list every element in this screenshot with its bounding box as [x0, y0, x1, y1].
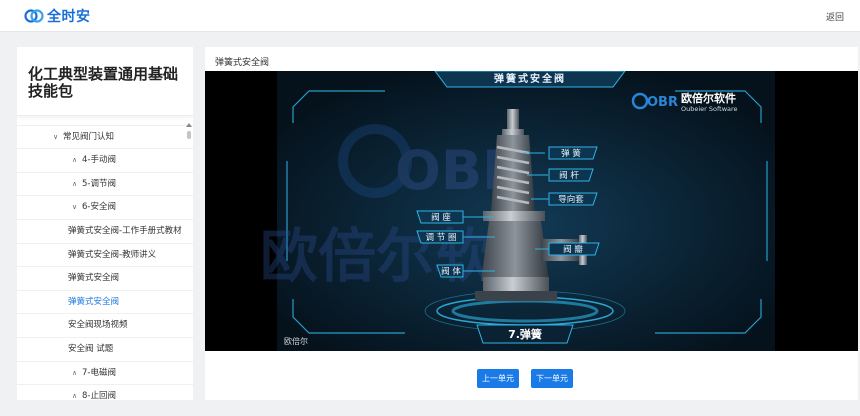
lesson-title: 弹簧式安全阀: [215, 58, 270, 68]
part-label-adjusting-ring: 调 节 圈: [426, 233, 457, 243]
part-label-guide-sleeve: 导向套: [558, 194, 584, 205]
part-label-body: 阀 体: [441, 266, 461, 277]
chevron-up-icon[interactable]: ∧: [72, 362, 82, 386]
tree-node-label: 安全阀现场视频: [68, 320, 128, 331]
course-tree: 2-主要阀门∨常见阀门认知∧4-手动阀∧5-调节阀∨6-安全阀弹簧式安全阀-工作…: [17, 117, 193, 400]
chevron-down-icon[interactable]: ∨: [53, 126, 63, 150]
video-corner-text: 欧倍尔: [284, 336, 308, 346]
course-tree-list: 2-主要阀门∨常见阀门认知∧4-手动阀∧5-调节阀∨6-安全阀弹簧式安全阀-工作…: [17, 117, 193, 400]
tree-node-label: 安全阀 试题: [68, 343, 114, 354]
tree-node-label: 7-电磁阀: [82, 367, 116, 378]
scroll-up-arrow-icon[interactable]: [186, 123, 192, 127]
tree-node-label: 4-手动阀: [82, 155, 116, 166]
tree-node[interactable]: ∧ 8-止回阀: [17, 385, 193, 400]
tree-node[interactable]: ∨ 常见阀门认知: [17, 126, 193, 150]
tree-node[interactable]: 弹簧式安全阀-工作手册式教材: [17, 220, 193, 244]
tree-node-label: 5-调节阀: [82, 178, 116, 189]
tree-node-label: 8-止回阀: [82, 391, 116, 400]
course-title: 化工典型装置通用基础技能包: [28, 65, 179, 100]
video-frame: 弹簧式安全阀 OBR 欧倍尔软件 Oubeier Software OBR 欧倍…: [260, 71, 775, 351]
video-brand-cn: 欧倍尔软件: [681, 91, 736, 105]
tree-node-label: 2-主要阀门: [72, 117, 114, 118]
tree-node[interactable]: 弹簧式安全阀: [17, 267, 193, 291]
course-sidebar: 化工典型装置通用基础技能包 2-主要阀门∨常见阀门认知∧4-手动阀∧5-调节阀∨…: [17, 47, 193, 400]
brand-logo-icon: [24, 9, 44, 23]
course-header: 化工典型装置通用基础技能包: [17, 47, 193, 116]
tree-node-label: 弹簧式安全阀-工作手册式教材: [68, 225, 182, 236]
chevron-up-icon[interactable]: ∧: [72, 173, 82, 197]
video-brand-en: Oubeier Software: [681, 105, 738, 113]
chevron-up-icon[interactable]: ∧: [72, 385, 82, 400]
tree-node-label: 弹簧式安全阀: [68, 296, 120, 307]
next-unit-button[interactable]: 下一单元: [531, 369, 573, 388]
lesson-content: 弹簧式安全阀 弹簧式安全阀 OBR 欧倍尔软件 Oubeier Software…: [205, 47, 858, 400]
tree-node[interactable]: ∧ 5-调节阀: [17, 173, 193, 197]
video-banner-title: 弹簧式安全阀: [494, 72, 566, 85]
chevron-up-icon[interactable]: ∧: [72, 149, 82, 173]
scroll-thumb[interactable]: [187, 131, 191, 139]
brand-logo[interactable]: 全时安: [24, 6, 91, 26]
back-link[interactable]: 返回: [826, 10, 844, 23]
part-label-stem: 阀 杆: [559, 170, 579, 181]
tree-node-label: 弹簧式安全阀: [68, 273, 120, 284]
tree-node[interactable]: ∧ 4-手动阀: [17, 149, 193, 173]
tree-node[interactable]: 安全阀 试题: [17, 338, 193, 362]
brand-name: 全时安: [47, 9, 91, 25]
part-label-disc: 阀 瓣: [563, 244, 583, 255]
chevron-down-icon[interactable]: ∨: [72, 196, 82, 220]
prev-unit-button[interactable]: 上一单元: [477, 369, 519, 388]
tree-node[interactable]: 弹簧式安全阀: [17, 291, 193, 315]
tree-node[interactable]: 安全阀现场视频: [17, 314, 193, 338]
tree-node-label: 弹簧式安全阀-教师讲义: [68, 249, 157, 260]
top-bar: 全时安 返回: [0, 0, 860, 32]
tree-node[interactable]: 2-主要阀门: [17, 117, 193, 126]
tree-node-label: 常见阀门认知: [63, 131, 115, 142]
video-caption: 7.弹簧: [508, 327, 542, 341]
part-label-spring: 弹 簧: [561, 148, 581, 159]
tree-node[interactable]: ∧ 7-电磁阀: [17, 362, 193, 386]
tree-node[interactable]: 弹簧式安全阀-教师讲义: [17, 244, 193, 268]
video-brand-logo-text: OBR: [647, 95, 678, 110]
tree-node[interactable]: ∨ 6-安全阀: [17, 196, 193, 220]
tree-node-label: 6-安全阀: [82, 202, 116, 213]
part-label-seat: 阀 座: [431, 212, 451, 223]
tree-scrollbar[interactable]: [186, 123, 192, 399]
video-player[interactable]: 弹簧式安全阀 OBR 欧倍尔软件 Oubeier Software OBR 欧倍…: [205, 71, 858, 351]
